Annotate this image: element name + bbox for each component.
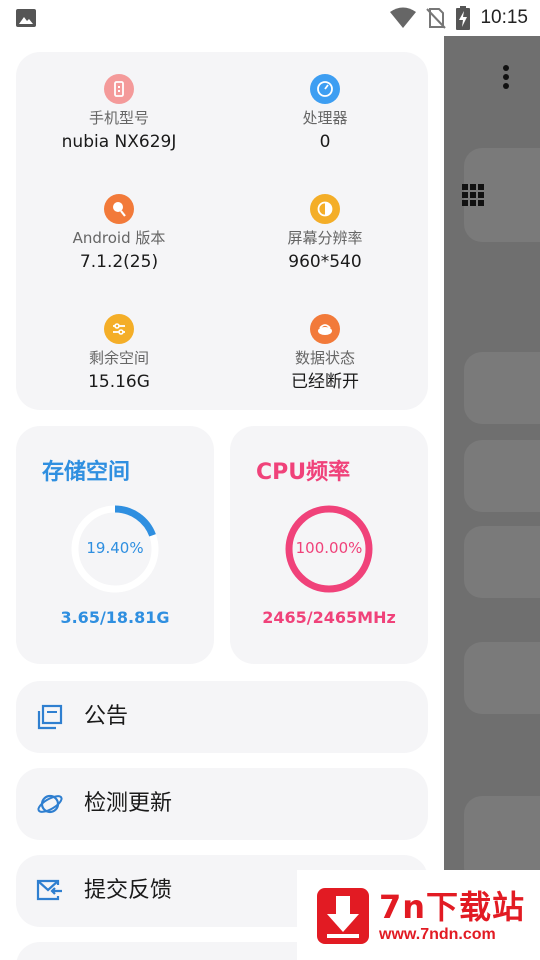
info-item-android-version: Android 版本 7.1.2(25) xyxy=(16,194,222,273)
watermark-url: www.7ndn.com xyxy=(379,926,496,943)
background-card xyxy=(464,352,540,424)
background-app-scrim[interactable] xyxy=(444,36,540,960)
no-sim-icon xyxy=(426,8,447,29)
info-item-free-space: 剩余空间 15.16G xyxy=(16,314,222,393)
menu-label: 检测更新 xyxy=(84,791,173,816)
info-value: 15.16G xyxy=(88,372,150,392)
info-value: 7.1.2(25) xyxy=(79,252,159,272)
menu-item-notice[interactable]: 公告 xyxy=(16,681,428,753)
info-label: 屏幕分辨率 xyxy=(287,229,363,247)
info-item-phone-model: 手机型号 nubia NX629J xyxy=(16,74,222,153)
device-info-card: 手机型号 nubia NX629J 处理器 0 Android 版本 7.1.2… xyxy=(16,52,428,410)
info-label: 数据状态 xyxy=(294,349,355,367)
menu-item-check-update[interactable]: 检测更新 xyxy=(16,768,428,840)
info-item-processor: 处理器 0 xyxy=(222,74,428,153)
info-item-screen-resolution: 屏幕分辨率 960*540 xyxy=(222,194,428,273)
info-label: 手机型号 xyxy=(88,109,149,127)
cpu-title: CPU频率 xyxy=(256,460,351,485)
menu-label: 提交反馈 xyxy=(84,878,173,903)
info-label: 处理器 xyxy=(302,109,348,127)
data-icon xyxy=(310,314,340,344)
battery-charging-icon xyxy=(456,6,471,30)
notice-icon xyxy=(37,704,63,730)
storage-card[interactable]: 存储空间 19.40% 3.65/18.81G xyxy=(16,426,214,664)
info-value: 0 xyxy=(319,132,331,152)
brightness-icon xyxy=(310,194,340,224)
storage-detail: 3.65/18.81G xyxy=(60,608,170,627)
cpu-percent: 100.00% xyxy=(295,539,363,557)
background-card xyxy=(464,642,540,714)
more-vert-icon xyxy=(503,65,509,89)
apps-grid-icon xyxy=(462,184,484,206)
sliders-icon xyxy=(104,314,134,344)
menu-label: 公告 xyxy=(84,704,129,729)
navigation-drawer: 手机型号 nubia NX629J 处理器 0 Android 版本 7.1.2… xyxy=(0,36,444,960)
cpu-card[interactable]: CPU频率 100.00% 2465/2465MHz xyxy=(230,426,428,664)
download-logo-icon xyxy=(317,888,369,944)
cpu-detail: 2465/2465MHz xyxy=(262,608,396,627)
mail-icon xyxy=(36,879,62,901)
wifi-icon xyxy=(390,7,417,28)
storage-title: 存储空间 xyxy=(42,460,131,485)
gallery-icon xyxy=(16,9,36,27)
storage-percent: 19.40% xyxy=(86,539,144,557)
watermark-title: 7n下载站 xyxy=(379,888,526,926)
info-label: Android 版本 xyxy=(72,229,166,247)
android-icon xyxy=(104,194,134,224)
background-card xyxy=(464,440,540,512)
info-value: nubia NX629J xyxy=(61,132,177,152)
phone-icon xyxy=(104,74,134,104)
speedometer-icon xyxy=(310,74,340,104)
info-item-data-status: 数据状态 已经断开 xyxy=(222,314,428,393)
clock: 10:15 xyxy=(480,7,528,28)
status-bar: 10:15 xyxy=(0,0,540,36)
background-card xyxy=(464,526,540,598)
info-value: 已经断开 xyxy=(291,372,359,392)
info-label: 剩余空间 xyxy=(88,349,149,367)
planet-icon xyxy=(37,794,63,814)
info-value: 960*540 xyxy=(288,252,362,272)
site-watermark: 7n下载站 www.7ndn.com xyxy=(297,870,540,960)
